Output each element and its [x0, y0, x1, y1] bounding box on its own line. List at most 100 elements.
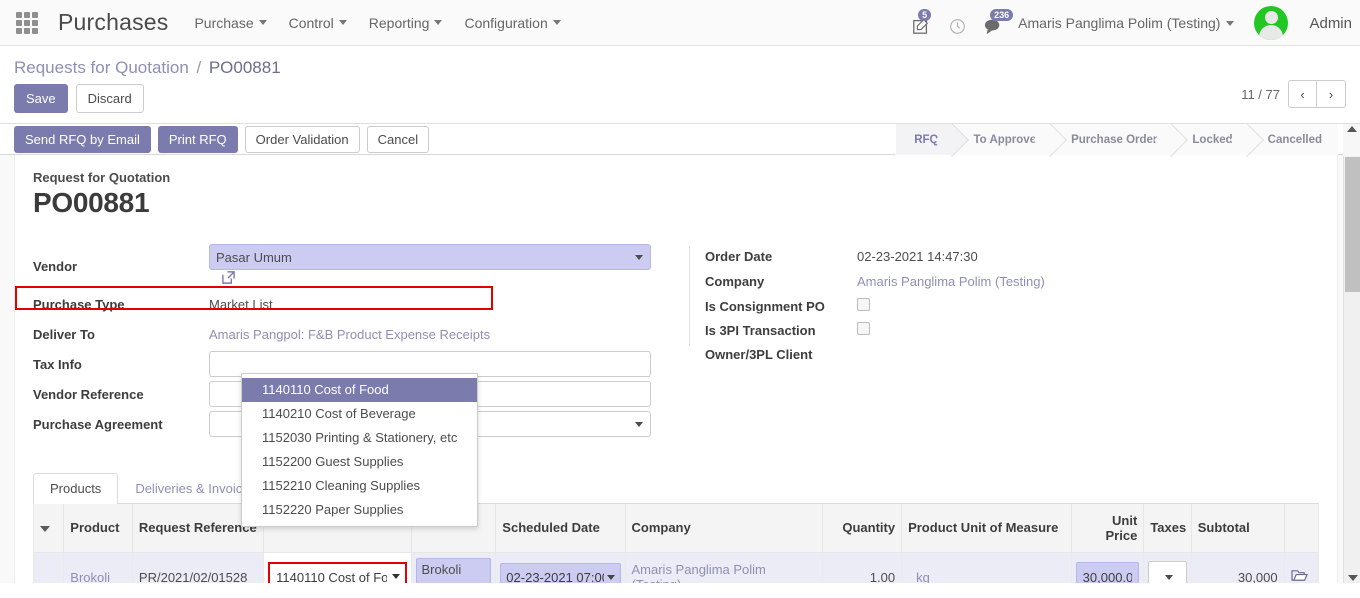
column-subtotal[interactable]: Subtotal [1190, 504, 1285, 553]
avatar[interactable] [1254, 6, 1289, 40]
cell-request-reference[interactable]: PR/2021/02/01528 [131, 552, 265, 583]
print-rfq-button[interactable]: Print RFQ [157, 125, 238, 153]
dropdown-option-1152220[interactable]: 1152220 Paper Supplies [242, 498, 477, 522]
activities-badge: 5 [918, 9, 932, 21]
page-title: PO00881 [33, 187, 150, 218]
menu-control[interactable]: Control [289, 15, 347, 31]
order-lines-table: Product Request Reference Scheduled Date… [32, 504, 1320, 583]
cell-description [410, 552, 497, 583]
field-deliver-to-label: Deliver To [33, 326, 95, 342]
chevron-down-icon[interactable] [635, 255, 643, 260]
status-stage-rfq[interactable]: RFQ [895, 124, 955, 155]
row-handle-cell [32, 552, 65, 583]
clock-icon[interactable] [946, 11, 968, 35]
description-textarea[interactable] [415, 557, 492, 583]
field-vendor-reference-label: Vendor Reference [33, 386, 144, 402]
activities-icon[interactable]: 5 [910, 9, 932, 35]
status-stage-purchase-order[interactable]: Purchase Order [1052, 124, 1174, 155]
scrollbar-top-cap [1343, 124, 1360, 156]
is-3pi-transaction-checkbox[interactable] [857, 322, 870, 335]
vendor-input[interactable] [209, 244, 651, 270]
record-pager: 11 / 77 ‹ › [1241, 80, 1346, 108]
pager-next-button[interactable]: › [1317, 80, 1346, 108]
save-button[interactable]: Save [14, 84, 68, 113]
chevron-down-icon [552, 20, 561, 25]
account-autocomplete-dropdown[interactable]: 1140110 Cost of Food 1140210 Cost of Bev… [241, 373, 478, 527]
scheduled-date-wrap [500, 563, 621, 583]
app-brand-title[interactable]: Purchases [58, 9, 168, 36]
dropdown-option-1140210[interactable]: 1140210 Cost of Beverage [242, 402, 477, 426]
cell-row-action[interactable] [1283, 552, 1320, 583]
record-action-bar: Save Discard 11 / 77 ‹ › [0, 80, 1360, 123]
menu-control-label: Control [288, 14, 334, 31]
status-pipeline: RFQ To Approve Purchase Order Locked Can… [895, 124, 1338, 155]
unit-price-input[interactable] [1075, 562, 1140, 583]
account-input[interactable] [268, 562, 407, 583]
breadcrumb-parent[interactable]: Requests for Quotation [14, 58, 189, 77]
field-company-value[interactable]: Amaris Panglima Polim (Testing) [857, 274, 1095, 289]
column-scheduled-date[interactable]: Scheduled Date [495, 504, 626, 553]
taxes-select[interactable] [1148, 561, 1187, 583]
column-product-unit-of-measure[interactable]: Product Unit of Measure [901, 504, 1072, 553]
menu-configuration-label: Configuration [464, 14, 548, 31]
company-name-label: Amaris Panglima Polim (Testing) [1018, 15, 1221, 31]
field-deliver-to-value[interactable]: Amaris Pangpol: F&B Product Expense Rece… [209, 327, 653, 342]
chevron-down-icon [338, 20, 347, 25]
menu-purchase[interactable]: Purchase [194, 14, 267, 31]
menu-purchase-label: Purchase [194, 14, 254, 31]
scrollbar-thumb[interactable] [1345, 157, 1360, 292]
tab-products[interactable]: Products [33, 473, 119, 504]
vendor-select-wrap [209, 244, 651, 270]
table-header-row: Product Request Reference Scheduled Date… [32, 504, 1320, 553]
is-consignment-po-checkbox[interactable] [857, 298, 870, 311]
cancel-button[interactable]: Cancel [366, 125, 430, 153]
vertical-scrollbar[interactable] [1343, 155, 1360, 583]
dropdown-option-1152200[interactable]: 1152200 Guest Supplies [242, 450, 477, 474]
scheduled-date-input[interactable] [500, 563, 621, 583]
cell-unit-price [1070, 552, 1145, 583]
scroll-up-arrow-icon[interactable] [1347, 126, 1357, 132]
workflow-bar: Send RFQ by Email Print RFQ Order Valida… [0, 123, 1360, 156]
cell-subtotal: 30,000 [1190, 552, 1285, 583]
column-optional-toggle[interactable] [32, 504, 65, 553]
company-switcher[interactable]: Amaris Panglima Polim (Testing) [1018, 15, 1235, 31]
chevron-down-icon[interactable] [606, 575, 615, 580]
field-is-consignment-po-label: Is Consignment PO [705, 298, 825, 314]
menu-configuration[interactable]: Configuration [464, 14, 561, 31]
main-menu: Purchase Control Reporting Configuration [194, 14, 561, 31]
column-taxes[interactable]: Taxes [1143, 504, 1192, 553]
scroll-down-arrow-icon[interactable] [1348, 575, 1358, 581]
cell-taxes [1143, 552, 1192, 583]
menu-reporting[interactable]: Reporting [369, 15, 443, 31]
cell-scheduled-date [495, 552, 626, 583]
dropdown-option-1152210[interactable]: 1152210 Cleaning Supplies [242, 474, 477, 498]
column-company[interactable]: Company [624, 504, 824, 553]
internal-link-icon[interactable] [221, 270, 236, 288]
messages-icon[interactable]: 236 [982, 9, 1014, 35]
cell-company[interactable]: Amaris Panglima Polim (Testing) [624, 552, 824, 583]
dropdown-option-1140110[interactable]: 1140110 Cost of Food [242, 378, 477, 402]
chevron-down-icon [258, 20, 267, 25]
column-quantity[interactable]: Quantity [822, 504, 903, 553]
chevron-down-icon[interactable] [635, 422, 643, 427]
order-validation-button[interactable]: Order Validation [244, 125, 360, 153]
top-navbar: Purchases Purchase Control Reporting Con… [0, 0, 1360, 46]
apps-grid-icon[interactable] [16, 11, 42, 34]
table-row[interactable]: Brokoli PR/2021/02/01528 1140110 Cost of… [32, 552, 1320, 583]
chevron-down-icon [1226, 20, 1235, 26]
cell-uom[interactable]: kg [901, 552, 1072, 583]
messages-badge: 236 [990, 9, 1014, 21]
column-product[interactable]: Product [63, 504, 133, 553]
discard-button[interactable]: Discard [75, 84, 144, 113]
field-tax-info-label: Tax Info [33, 356, 82, 372]
column-unit-price[interactable]: Unit Price [1070, 504, 1145, 553]
dropdown-option-1152030[interactable]: 1152030 Printing & Stationery, etc [242, 426, 477, 450]
cell-product[interactable]: Brokoli [63, 552, 133, 583]
chevron-down-icon[interactable] [391, 574, 400, 579]
send-rfq-by-email-button[interactable]: Send RFQ by Email [14, 125, 151, 153]
pager-previous-button[interactable]: ‹ [1288, 80, 1317, 108]
user-name-label: Admin [1309, 14, 1352, 32]
open-folder-icon [1291, 570, 1308, 581]
cell-quantity[interactable]: 1.00 [822, 552, 903, 583]
notebook: Products Deliveries & Invoices Product R… [32, 470, 1320, 583]
